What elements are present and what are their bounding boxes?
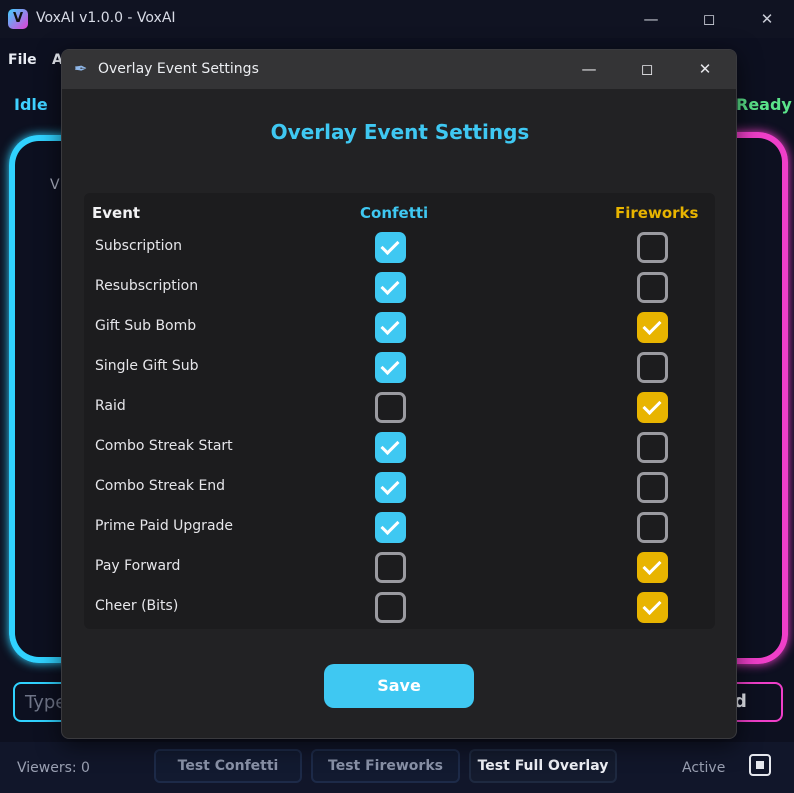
event-label: Prime Paid Upgrade bbox=[95, 518, 234, 534]
column-header-event: Event bbox=[92, 204, 141, 222]
fireworks-checkbox[interactable] bbox=[637, 512, 668, 543]
menu-file[interactable]: File bbox=[8, 52, 37, 68]
viewers-count: Viewers: 0 bbox=[17, 760, 90, 776]
status-idle: Idle bbox=[14, 95, 48, 114]
dialog-titlebar: ✒ Overlay Event Settings — ◻ ✕ bbox=[62, 50, 736, 89]
event-label: Cheer (Bits) bbox=[95, 598, 179, 614]
active-label: Active bbox=[682, 760, 726, 776]
fireworks-checkbox[interactable] bbox=[637, 272, 668, 303]
dialog-close-icon[interactable]: ✕ bbox=[676, 50, 734, 89]
main-titlebar: V VoxAI v1.0.0 - VoxAI — ◻ ✕ bbox=[0, 0, 794, 38]
event-label: Subscription bbox=[95, 238, 182, 254]
table-row: Single Gift Sub bbox=[84, 348, 715, 388]
event-label: Combo Streak End bbox=[95, 478, 226, 494]
test-full-overlay-button[interactable]: Test Full Overlay bbox=[469, 749, 617, 783]
confetti-checkbox[interactable] bbox=[375, 312, 406, 343]
event-label: Pay Forward bbox=[95, 558, 181, 574]
event-label: Gift Sub Bomb bbox=[95, 318, 197, 334]
main-window-title: VoxAI v1.0.0 - VoxAI bbox=[36, 10, 176, 26]
minimize-icon[interactable]: — bbox=[622, 0, 680, 38]
column-header-confetti: Confetti bbox=[360, 204, 429, 222]
event-label: Single Gift Sub bbox=[95, 358, 199, 374]
maximize-icon[interactable]: ◻ bbox=[680, 0, 738, 38]
column-header-fireworks: Fireworks bbox=[615, 204, 699, 222]
fireworks-checkbox[interactable] bbox=[637, 472, 668, 503]
event-label: Raid bbox=[95, 398, 126, 414]
status-ready: Ready bbox=[736, 95, 792, 114]
stop-button[interactable] bbox=[749, 754, 771, 776]
table-row: Resubscription bbox=[84, 268, 715, 308]
table-row: Subscription bbox=[84, 228, 715, 268]
table-row: Combo Streak Start bbox=[84, 428, 715, 468]
app-logo-icon: V bbox=[8, 9, 28, 29]
table-row: Gift Sub Bomb bbox=[84, 308, 715, 348]
fireworks-checkbox[interactable] bbox=[637, 392, 668, 423]
feather-icon: ✒ bbox=[74, 59, 88, 78]
dialog-heading: Overlay Event Settings bbox=[270, 120, 530, 144]
fireworks-checkbox[interactable] bbox=[637, 232, 668, 263]
table-row: Prime Paid Upgrade bbox=[84, 508, 715, 548]
chat-panel-text: V bbox=[50, 177, 60, 193]
events-table: Event Confetti Fireworks Subscription Res… bbox=[84, 193, 715, 629]
confetti-checkbox[interactable] bbox=[375, 552, 406, 583]
confetti-checkbox[interactable] bbox=[375, 392, 406, 423]
test-confetti-button[interactable]: Test Confetti bbox=[154, 749, 302, 783]
fireworks-checkbox[interactable] bbox=[637, 432, 668, 463]
confetti-checkbox[interactable] bbox=[375, 512, 406, 543]
event-label: Resubscription bbox=[95, 278, 199, 294]
confetti-checkbox[interactable] bbox=[375, 272, 406, 303]
confetti-checkbox[interactable] bbox=[375, 352, 406, 383]
fireworks-checkbox[interactable] bbox=[637, 352, 668, 383]
table-row: Raid bbox=[84, 388, 715, 428]
table-row: Combo Streak End bbox=[84, 468, 715, 508]
overlay-event-settings-dialog: ✒ Overlay Event Settings — ◻ ✕ Overlay E… bbox=[61, 49, 737, 739]
confetti-checkbox[interactable] bbox=[375, 232, 406, 263]
dialog-minimize-icon[interactable]: — bbox=[560, 50, 618, 89]
confetti-checkbox[interactable] bbox=[375, 592, 406, 623]
fireworks-checkbox[interactable] bbox=[637, 592, 668, 623]
test-fireworks-button[interactable]: Test Fireworks bbox=[311, 749, 460, 783]
confetti-checkbox[interactable] bbox=[375, 432, 406, 463]
dialog-maximize-icon[interactable]: ◻ bbox=[618, 50, 676, 89]
save-button[interactable]: Save bbox=[324, 664, 474, 708]
fireworks-checkbox[interactable] bbox=[637, 312, 668, 343]
fireworks-checkbox[interactable] bbox=[637, 552, 668, 583]
confetti-checkbox[interactable] bbox=[375, 472, 406, 503]
event-label: Combo Streak Start bbox=[95, 438, 233, 454]
dialog-title: Overlay Event Settings bbox=[98, 61, 259, 77]
table-row: Cheer (Bits) bbox=[84, 588, 715, 628]
close-icon[interactable]: ✕ bbox=[738, 0, 794, 38]
table-row: Pay Forward bbox=[84, 548, 715, 588]
